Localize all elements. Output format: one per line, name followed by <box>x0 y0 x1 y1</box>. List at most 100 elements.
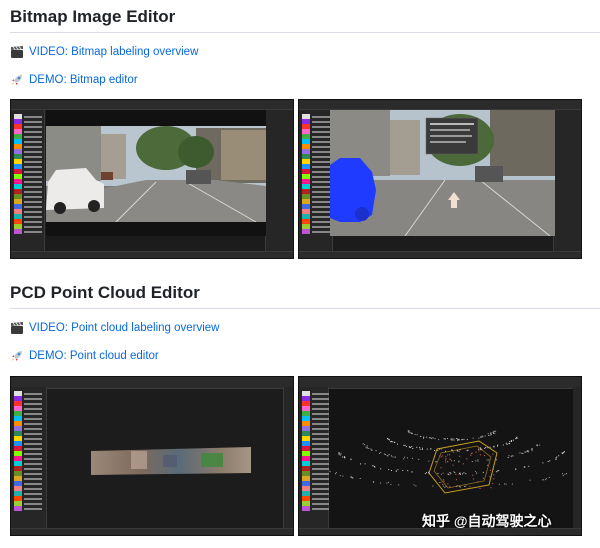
point <box>494 432 496 434</box>
point <box>513 439 514 441</box>
point <box>442 455 444 457</box>
point <box>370 448 372 450</box>
pcd-video-link-row[interactable]: VIDEO: Point cloud labeling overview <box>10 321 220 335</box>
point <box>527 451 529 453</box>
point <box>542 462 544 464</box>
point <box>539 444 541 446</box>
point <box>439 448 441 450</box>
point <box>451 439 453 441</box>
point <box>373 481 374 483</box>
label-name-placeholder <box>312 432 330 435</box>
point <box>415 485 417 487</box>
point <box>335 473 336 475</box>
pcd-demo-link-row[interactable]: DEMO: Point cloud editor <box>10 349 159 363</box>
point <box>394 441 396 443</box>
label-color-swatch[interactable] <box>302 506 310 511</box>
point <box>456 450 458 452</box>
label-name-placeholder <box>312 412 330 415</box>
point <box>464 486 466 487</box>
pcd-section-title: PCD Point Cloud Editor <box>10 283 200 302</box>
point <box>439 482 441 483</box>
point <box>480 436 482 438</box>
point <box>432 485 434 487</box>
label-name-placeholder <box>24 210 42 213</box>
point <box>407 470 409 472</box>
label-name-placeholder <box>24 427 42 430</box>
point <box>375 450 377 452</box>
point <box>387 481 389 483</box>
point <box>380 468 382 470</box>
street-scene-image-with-mask <box>330 110 555 236</box>
pcd-editor-screenshot-panorama <box>10 376 294 536</box>
tools-panel <box>283 387 293 528</box>
point <box>442 485 444 487</box>
label-color-swatch[interactable] <box>14 229 22 234</box>
point <box>456 485 458 487</box>
point <box>419 448 421 450</box>
point <box>419 447 421 449</box>
point <box>432 437 434 439</box>
label-class-list <box>11 110 45 251</box>
bitmap-editor-screenshot-labeled <box>298 99 582 259</box>
point <box>498 470 500 472</box>
point <box>364 463 366 465</box>
point <box>506 443 508 445</box>
bitmap-video-link[interactable]: VIDEO: Bitmap labeling overview <box>29 46 198 58</box>
point <box>515 468 517 470</box>
point <box>470 454 472 456</box>
bitmap-demo-link-row[interactable]: DEMO: Bitmap editor <box>10 73 138 87</box>
point <box>458 461 460 463</box>
point <box>411 432 412 434</box>
point <box>445 456 447 458</box>
label-name-placeholder <box>24 487 42 490</box>
bitmap-demo-link[interactable]: DEMO: Bitmap editor <box>29 74 138 86</box>
label-name-placeholder <box>24 115 42 118</box>
point <box>434 438 436 440</box>
point <box>481 485 483 487</box>
point <box>422 447 423 449</box>
editor-toolbar <box>11 100 293 110</box>
label-name-placeholder <box>312 497 330 500</box>
point <box>507 457 509 458</box>
label-name-placeholder <box>24 170 42 173</box>
point <box>516 436 518 438</box>
label-name-placeholder <box>24 437 42 440</box>
label-name-placeholder <box>24 215 42 218</box>
label-color-swatch[interactable] <box>302 229 310 234</box>
point <box>428 437 430 439</box>
point <box>495 471 497 473</box>
label-name-placeholder <box>312 150 330 153</box>
point <box>371 449 373 451</box>
point <box>407 457 408 459</box>
point <box>526 451 528 452</box>
point <box>340 453 342 455</box>
bitmap-video-link-row[interactable]: VIDEO: Bitmap labeling overview <box>10 45 198 59</box>
point <box>397 469 399 471</box>
label-name-placeholder <box>24 140 42 143</box>
point <box>405 446 407 447</box>
point <box>477 481 479 483</box>
point <box>549 460 551 462</box>
point <box>463 472 465 474</box>
label-name-placeholder <box>312 130 330 133</box>
label-name-placeholder <box>312 427 330 430</box>
point <box>450 472 452 474</box>
point <box>490 434 492 436</box>
label-name-placeholder <box>24 205 42 208</box>
point <box>435 461 437 463</box>
label-name-placeholder <box>24 407 42 410</box>
point <box>489 434 491 436</box>
label-name-placeholder <box>312 397 330 400</box>
label-color-swatch[interactable] <box>14 506 22 511</box>
point <box>443 438 445 440</box>
point <box>509 441 511 443</box>
point <box>388 469 390 471</box>
point <box>463 438 465 440</box>
point <box>481 435 483 437</box>
point <box>562 473 563 475</box>
pcd-video-link[interactable]: VIDEO: Point cloud labeling overview <box>29 322 220 334</box>
point <box>467 449 469 451</box>
point <box>482 436 484 438</box>
pcd-demo-link[interactable]: DEMO: Point cloud editor <box>29 350 159 362</box>
point <box>420 436 422 437</box>
